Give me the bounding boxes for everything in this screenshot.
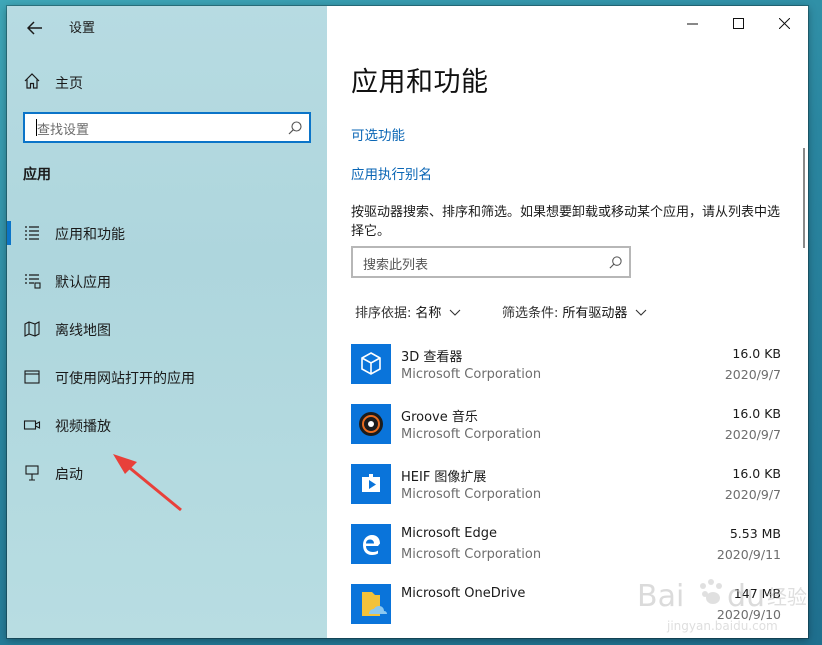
sidebar-item-offline-maps[interactable]: 离线地图 <box>7 309 327 349</box>
sidebar-item-label: 视频播放 <box>55 419 111 435</box>
sort-dropdown[interactable]: 排序依据: 名称 <box>355 302 461 321</box>
back-arrow-icon <box>27 21 42 35</box>
sort-label: 排序依据: <box>355 306 412 321</box>
sidebar-item-default-apps[interactable]: 默认应用 <box>7 261 327 301</box>
startup-icon <box>25 465 39 481</box>
app-size: 16.0 KB <box>732 406 781 421</box>
sidebar-item-apps-features[interactable]: 应用和功能 <box>7 213 327 253</box>
onedrive-icon <box>351 584 391 624</box>
scrollbar[interactable] <box>803 148 805 248</box>
app-size: 16.0 KB <box>732 346 781 361</box>
svg-text:jingyan.baidu.com: jingyan.baidu.com <box>666 619 778 633</box>
main-panel: 应用和功能 可选功能 应用执行别名 按驱动器搜索、排序和筛选。如果想要卸载或移动… <box>327 6 808 638</box>
app-size: 16.0 KB <box>732 466 781 481</box>
app-name: HEIF 图像扩展 <box>401 470 487 485</box>
svg-text:Bai: Bai <box>637 579 684 614</box>
video-icon <box>23 420 41 430</box>
default-apps-icon <box>25 274 41 289</box>
description-text: 按驱动器搜索、排序和筛选。如果想要卸载或移动某个应用，请从列表中选择它。 <box>351 205 781 239</box>
svg-text:du: du <box>727 579 765 614</box>
selection-indicator <box>7 221 11 245</box>
app-name: Microsoft OneDrive <box>401 586 526 601</box>
app-name: 3D 查看器 <box>401 350 463 365</box>
app-date: 2020/9/7 <box>724 427 781 442</box>
maximize-button[interactable] <box>715 6 761 40</box>
minimize-icon <box>686 23 698 24</box>
search-icon <box>288 121 302 135</box>
sidebar-item-label: 应用和功能 <box>55 227 125 243</box>
app-list-item[interactable]: Groove 音乐 Microsoft Corporation 16.0 KB … <box>351 404 781 464</box>
app-name: Microsoft Edge <box>401 526 498 541</box>
back-button[interactable] <box>15 10 55 46</box>
filter-dropdown[interactable]: 筛选条件: 所有驱动器 <box>502 302 647 321</box>
app-date: 2020/9/7 <box>724 367 781 382</box>
map-icon <box>24 321 40 337</box>
filter-label: 筛选条件: <box>502 306 559 321</box>
close-button[interactable] <box>761 6 807 40</box>
app-list-item[interactable]: HEIF 图像扩展 Microsoft Corporation 16.0 KB … <box>351 464 781 524</box>
maximize-icon <box>732 17 744 29</box>
minimize-button[interactable] <box>669 6 715 40</box>
search-icon <box>609 256 622 269</box>
sidebar-item-label: 启动 <box>55 467 83 483</box>
home-icon <box>24 73 40 89</box>
3d-viewer-icon <box>351 344 391 384</box>
search-placeholder: 查找设置 <box>37 123 90 138</box>
sort-value: 名称 <box>415 306 442 321</box>
heif-extension-icon <box>351 464 391 504</box>
app-publisher: Microsoft Corporation <box>401 367 542 382</box>
section-title: 应用 <box>23 167 51 183</box>
web-apps-icon <box>24 370 40 384</box>
svg-text:经验: 经验 <box>767 585 807 609</box>
settings-window: 设置 主页 查找设置 应用 应用和功能 默认应用 离线地图 可使用网站打开的应用 <box>7 6 808 638</box>
filter-value: 所有驱动器 <box>562 306 628 321</box>
groove-music-icon <box>351 404 391 444</box>
baidu-watermark: Bai du 经验 jingyan.baidu.com <box>637 579 807 633</box>
close-icon <box>778 17 790 29</box>
sidebar-item-label: 默认应用 <box>55 275 111 291</box>
app-publisher: Microsoft Corporation <box>401 427 542 442</box>
page-title: 应用和功能 <box>351 67 489 98</box>
app-date: 2020/9/11 <box>716 547 781 562</box>
list-search-placeholder: 搜索此列表 <box>363 258 429 273</box>
app-title: 设置 <box>69 21 96 36</box>
chevron-down-icon <box>450 309 461 316</box>
edge-icon <box>351 524 391 564</box>
app-execution-alias-link[interactable]: 应用执行别名 <box>351 163 432 183</box>
sidebar: 设置 主页 查找设置 应用 应用和功能 默认应用 离线地图 可使用网站打开的应用 <box>7 6 327 638</box>
sidebar-item-label: 离线地图 <box>55 323 111 339</box>
home-label: 主页 <box>55 76 83 92</box>
chevron-down-icon <box>636 309 647 316</box>
app-date: 2020/9/7 <box>724 487 781 502</box>
app-list-item[interactable]: 3D 查看器 Microsoft Corporation 16.0 KB 202… <box>351 344 781 404</box>
sidebar-item-web-apps[interactable]: 可使用网站打开的应用 <box>7 357 327 397</box>
app-size: 5.53 MB <box>729 526 781 541</box>
sidebar-item-home[interactable]: 主页 <box>7 66 327 98</box>
app-publisher: Microsoft Corporation <box>401 487 542 502</box>
list-icon <box>25 226 39 240</box>
search-settings-input[interactable]: 查找设置 <box>23 112 311 143</box>
optional-features-link[interactable]: 可选功能 <box>351 124 405 144</box>
search-list-input[interactable]: 搜索此列表 <box>351 246 631 278</box>
app-publisher: Microsoft Corporation <box>401 547 542 562</box>
annotation-arrow <box>113 454 182 512</box>
sidebar-item-label: 可使用网站打开的应用 <box>55 371 195 387</box>
app-name: Groove 音乐 <box>401 410 478 425</box>
